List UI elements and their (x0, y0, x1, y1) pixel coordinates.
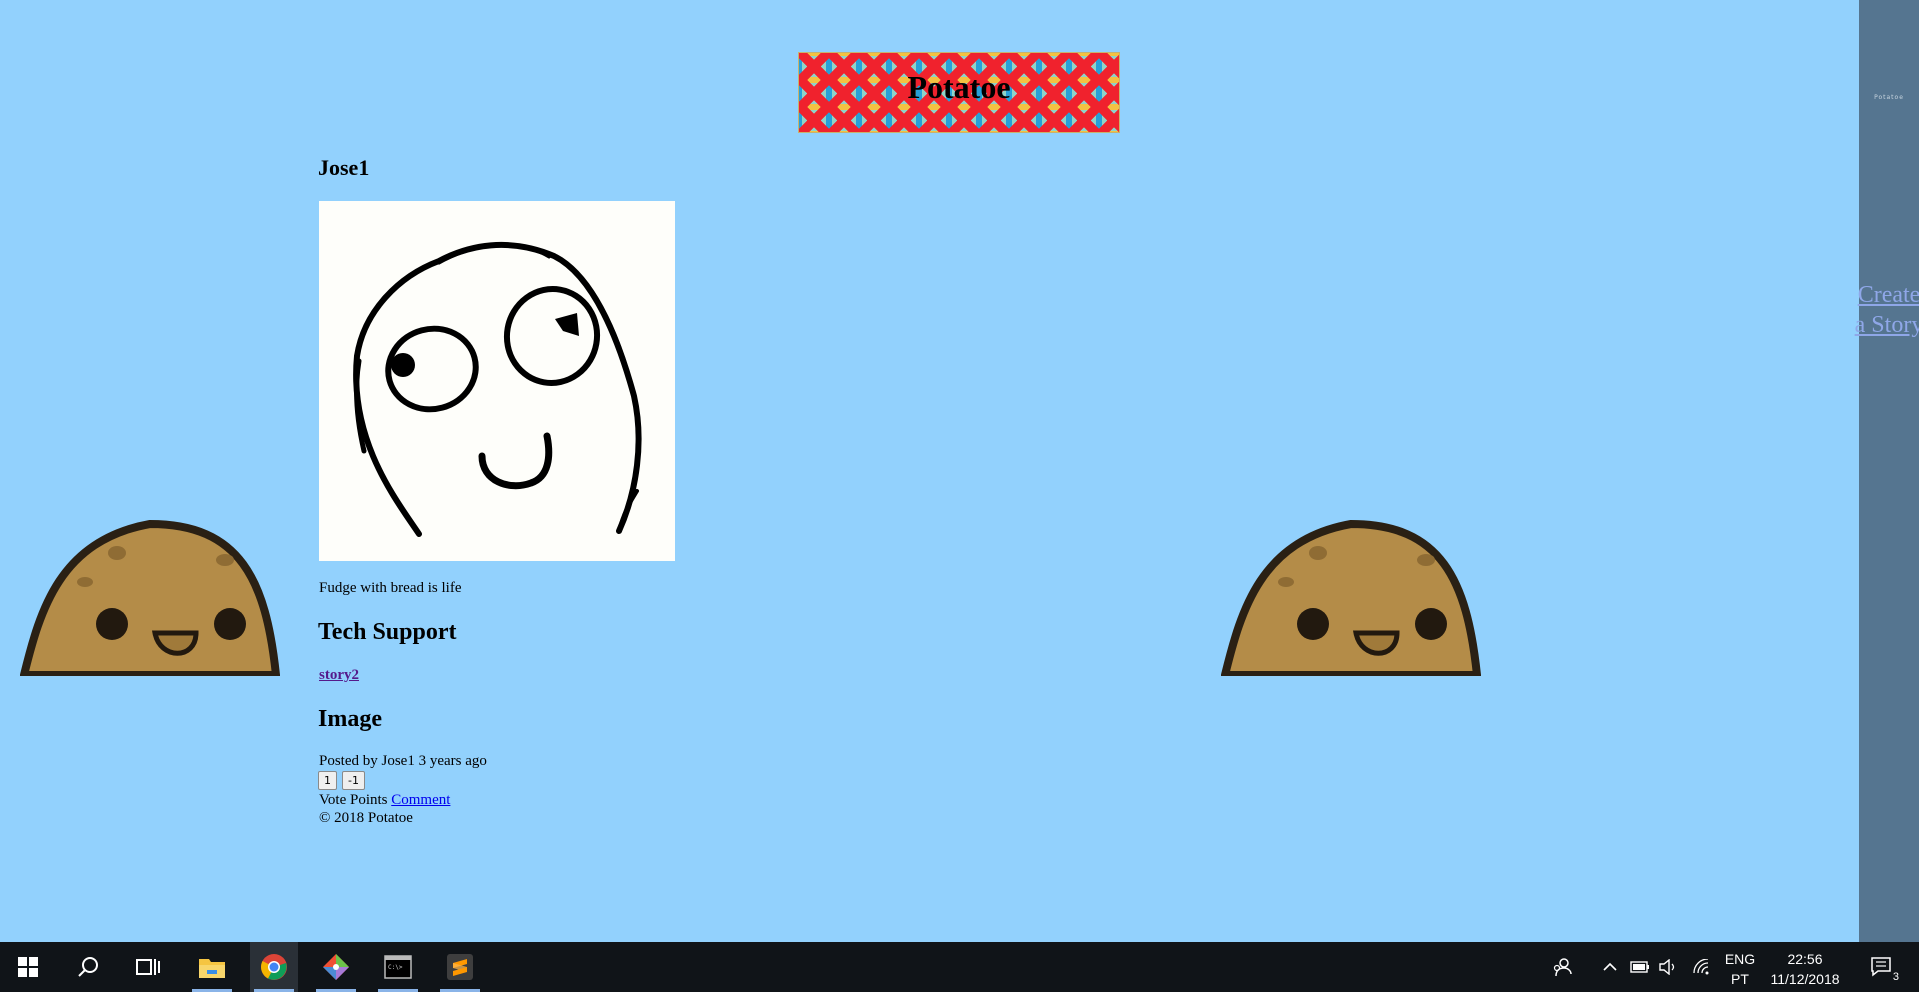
profile-username: Jose1 (318, 155, 370, 180)
task-view-icon[interactable] (124, 942, 172, 992)
profile-avatar (319, 201, 675, 561)
sidebar-logo-text: Potatoe (1874, 94, 1904, 101)
people-icon[interactable] (1542, 942, 1582, 992)
upvote-button[interactable]: 1 (318, 771, 337, 790)
terminal-icon[interactable]: C:\> (374, 942, 422, 992)
site-banner[interactable]: Potatoe (798, 52, 1120, 133)
vote-line: Vote Points Comment (319, 792, 450, 809)
notification-center-icon[interactable]: 3 (1860, 942, 1904, 992)
language-line2: PT (1731, 971, 1749, 987)
create-story-link[interactable]: Create a Story (1853, 280, 1919, 340)
clock-time: 22:56 (1787, 951, 1823, 967)
windows-start-icon[interactable] (4, 942, 52, 992)
potato-mascot-left (20, 520, 280, 676)
site-title[interactable]: Potatoe (799, 71, 1119, 103)
right-sidebar: Potatoe Create a Story (1855, 0, 1919, 942)
footer-copyright: © 2018 Potatoe (319, 810, 413, 826)
search-icon[interactable] (64, 942, 112, 992)
git-icon[interactable] (312, 942, 360, 992)
post-title: Image (318, 706, 382, 732)
file-explorer-icon[interactable] (188, 942, 236, 992)
derp-face-drawing (353, 241, 642, 537)
story-link[interactable]: story2 (319, 667, 359, 684)
vote-buttons: 1 -1 (318, 771, 366, 790)
potato-mascot-right (1221, 520, 1481, 676)
vote-points-label: Vote Points (319, 792, 388, 808)
post-meta: Posted by Jose1 3 years ago (319, 753, 487, 769)
notification-count: 3 (1891, 971, 1900, 983)
profile-bio: Fudge with bread is life (319, 580, 462, 596)
comment-link[interactable]: Comment (391, 792, 450, 808)
language-line1: ENG (1724, 951, 1756, 967)
language-indicator[interactable]: ENG PT (1720, 949, 1760, 989)
downvote-button[interactable]: -1 (342, 771, 365, 790)
page: Potatoe Jose1 Fudge with bread is life T… (0, 0, 1859, 942)
svg-text:C:\>: C:\> (388, 964, 403, 971)
clock[interactable]: 22:56 11/12/2018 (1765, 949, 1845, 989)
sublime-text-icon[interactable] (436, 942, 484, 992)
chrome-icon[interactable] (250, 942, 298, 992)
windows-taskbar: C:\> ENG PT 22:56 11/12/2018 3 (0, 942, 1919, 992)
volume-icon[interactable] (1650, 942, 1686, 992)
wifi-icon[interactable] (1684, 942, 1720, 992)
clock-date: 11/12/2018 (1770, 971, 1840, 987)
story-section-title: Tech Support (318, 619, 457, 645)
